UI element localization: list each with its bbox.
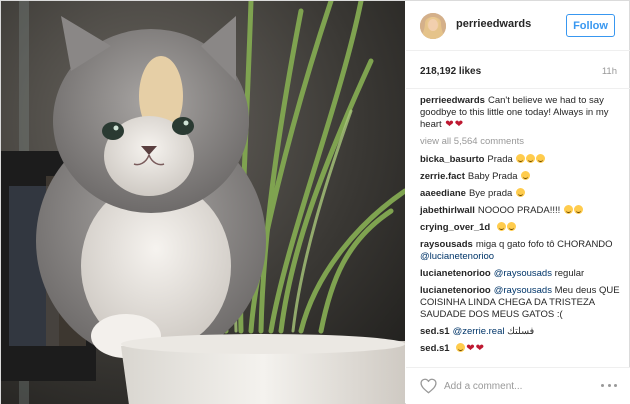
comment-item: lucianetenorioo @raysousads regular: [420, 268, 620, 280]
comment-item: sed.s1 ❤❤: [420, 343, 620, 355]
caption-username[interactable]: perrieedwards: [420, 95, 485, 106]
comment-text: Bye prada: [468, 188, 513, 199]
heart-outline-icon[interactable]: [420, 378, 437, 394]
comment-username[interactable]: jabethirlwall: [420, 205, 475, 216]
comment-item: jabethirlwall NOOOO PRADA!!!!: [420, 205, 620, 217]
comment-text: Baby Prada: [467, 171, 518, 182]
comment-username[interactable]: crying_over_1d: [420, 222, 490, 233]
comment-username[interactable]: lucianetenorioo: [420, 268, 491, 279]
comment-username[interactable]: bicka_basurto: [420, 154, 484, 165]
post-side-panel: perrieedwards Follow 218,192 likes 11h p…: [406, 1, 630, 404]
comment-username[interactable]: zerrie.fact: [420, 171, 465, 182]
comment-text: regular: [554, 268, 585, 279]
sad-face-icon: [515, 188, 525, 197]
comment-item: bicka_basurto Prada: [420, 154, 620, 166]
sob-face-icon: [456, 343, 466, 352]
view-all-comments-link[interactable]: view all 5,564 comments: [420, 136, 620, 148]
comment-username[interactable]: lucianetenorioo: [420, 285, 491, 296]
likes-count[interactable]: 218,192 likes: [420, 66, 481, 77]
likes-row: 218,192 likes 11h: [406, 51, 630, 89]
comment-item: raysousads miga q gato fofo tô CHORANDO @…: [420, 239, 620, 263]
comment-text: Prada: [487, 154, 513, 165]
dot: [614, 383, 617, 387]
broken-heart-icon: ❤: [466, 343, 475, 354]
comment-item: lucianetenorioo @raysousads Meu deus QUE …: [420, 285, 620, 321]
dot: [607, 383, 611, 387]
avatar[interactable]: [420, 13, 446, 39]
comment-text: NOOOO PRADA!!!!: [477, 205, 561, 216]
post-header: perrieedwards Follow: [406, 1, 630, 51]
comment-footer: [406, 367, 630, 404]
dot: [601, 383, 604, 387]
comment-mention[interactable]: @lucianetenorioo: [420, 251, 494, 262]
comment-username[interactable]: raysousads: [420, 239, 473, 250]
follow-button[interactable]: Follow: [566, 14, 615, 37]
crying-face-icon: [526, 154, 536, 163]
comment-mention[interactable]: @zerrie.real: [453, 326, 505, 337]
broken-heart-icon: ❤: [475, 343, 484, 354]
comment-mention[interactable]: @raysousads: [494, 285, 552, 296]
crying-face-icon: [516, 154, 526, 163]
comment-username[interactable]: aaeediane: [420, 188, 466, 199]
comment-item: zerrie.fact Baby Prada: [420, 171, 620, 183]
sob-face-icon: [573, 205, 583, 214]
broken-heart-icon: ❤: [445, 119, 454, 130]
comment-item: aaeediane Bye prada: [420, 188, 620, 200]
comment-username[interactable]: sed.s1: [420, 326, 450, 337]
post-photo[interactable]: [1, 1, 405, 404]
sad-face-icon: [563, 205, 573, 214]
comment-item: sed.s1 @zerrie.real فسلتك: [420, 326, 620, 338]
sob-face-icon: [496, 222, 506, 231]
avatar-image: [420, 13, 446, 39]
comment-username[interactable]: sed.s1: [420, 343, 450, 354]
kitten-photo-image: [1, 1, 405, 404]
comment-text: فسلتك: [507, 326, 535, 337]
more-options-icon[interactable]: [601, 379, 617, 391]
add-comment-input[interactable]: [444, 378, 594, 394]
sob-face-icon: [536, 154, 546, 163]
sob-face-icon: [506, 222, 516, 231]
instagram-post: perrieedwards Follow 218,192 likes 11h p…: [0, 0, 630, 404]
comment-text: miga q gato fofo tô CHORANDO: [475, 239, 613, 250]
post-author-username[interactable]: perrieedwards: [456, 18, 531, 30]
comment-item: crying_over_1d: [420, 222, 620, 234]
comment-mention[interactable]: @raysousads: [494, 268, 552, 279]
comments-list: perrieedwards Can't believe we had to say…: [420, 95, 620, 360]
post-timestamp[interactable]: 11h: [602, 66, 617, 77]
caption: perrieedwards Can't believe we had to say…: [420, 95, 620, 131]
sob-face-icon: [521, 171, 531, 180]
heart-icon: ❤: [454, 119, 464, 130]
